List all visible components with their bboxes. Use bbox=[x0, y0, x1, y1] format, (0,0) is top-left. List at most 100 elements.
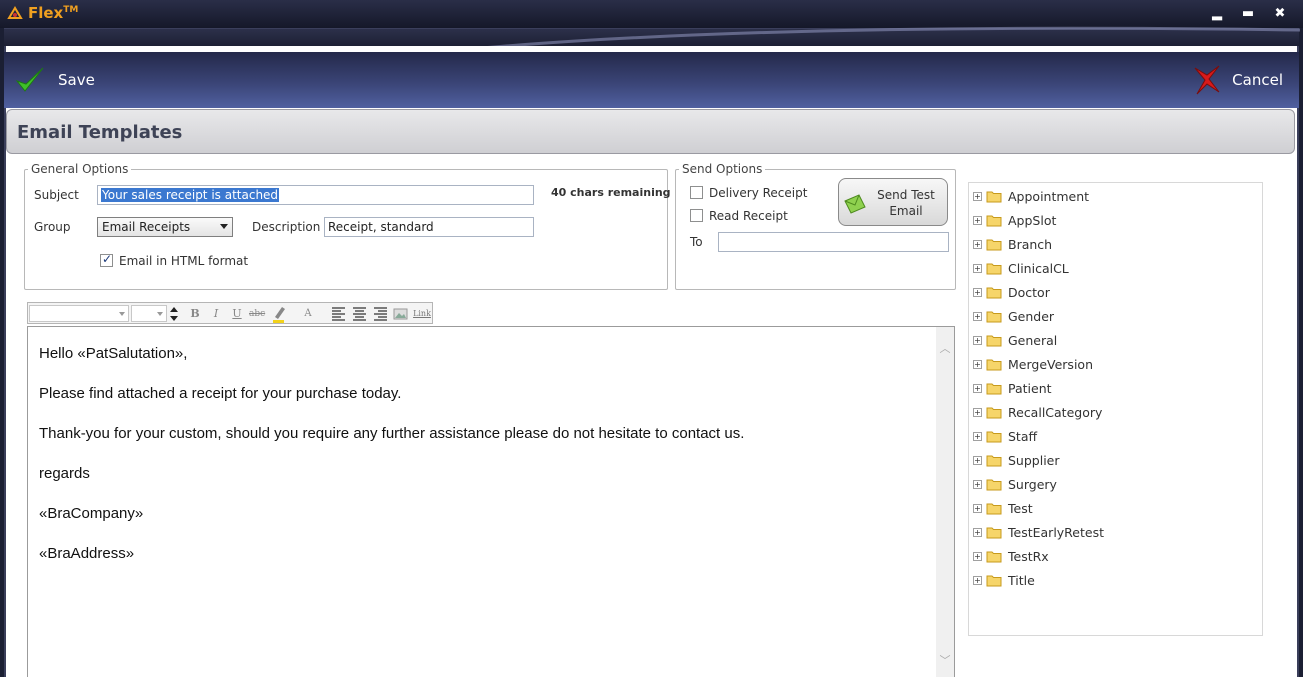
folder-icon bbox=[986, 431, 1002, 442]
tree-item-label: RecallCategory bbox=[1008, 404, 1103, 420]
expand-icon[interactable]: + bbox=[973, 287, 982, 297]
send-test-email-button[interactable]: Send Test Email bbox=[838, 178, 948, 226]
tree-item[interactable]: + Branch bbox=[973, 234, 1052, 254]
highlighter-icon[interactable] bbox=[271, 305, 287, 323]
page-title: Email Templates bbox=[17, 122, 183, 143]
expand-icon[interactable]: + bbox=[973, 479, 982, 489]
chevron-down-icon bbox=[157, 312, 163, 316]
folder-icon bbox=[986, 287, 1002, 298]
expand-icon[interactable]: + bbox=[973, 455, 982, 465]
editor-line: regards bbox=[39, 465, 90, 482]
subject-input[interactable]: Your sales receipt is attached bbox=[97, 185, 534, 205]
tree-item-label: General bbox=[1008, 332, 1058, 348]
format-toolbar: B I U abc A Link bbox=[27, 302, 433, 324]
tree-item[interactable]: + TestEarlyRetest bbox=[973, 522, 1104, 542]
tree-item[interactable]: + Appointment bbox=[973, 186, 1089, 206]
spin-icon[interactable] bbox=[169, 305, 179, 323]
folder-icon bbox=[986, 311, 1002, 322]
expand-icon[interactable]: + bbox=[973, 527, 982, 537]
expand-icon[interactable]: + bbox=[973, 191, 982, 201]
to-input[interactable] bbox=[718, 232, 949, 252]
tree-item[interactable]: + AppSlot bbox=[973, 210, 1056, 230]
italic-button[interactable]: I bbox=[208, 306, 224, 322]
email-body-editor[interactable]: Hello «PatSalutation», Please find attac… bbox=[27, 326, 955, 677]
font-size-combo[interactable] bbox=[131, 305, 167, 322]
group-select[interactable]: Email Receipts bbox=[97, 217, 233, 237]
minimize-button[interactable]: ▂ bbox=[1209, 6, 1225, 22]
tree-item[interactable]: + Gender bbox=[973, 306, 1054, 326]
chevron-down-icon bbox=[119, 312, 125, 316]
font-family-combo[interactable] bbox=[29, 305, 129, 322]
tree-item-label: TestEarlyRetest bbox=[1008, 524, 1105, 540]
insert-link-button[interactable]: Link bbox=[412, 306, 432, 322]
subject-label: Subject bbox=[34, 188, 79, 202]
folder-icon bbox=[986, 551, 1002, 562]
tree-item[interactable]: + Staff bbox=[973, 426, 1037, 446]
scroll-up-icon[interactable]: ︿ bbox=[939, 343, 951, 355]
page-header: Email Templates bbox=[6, 109, 1295, 154]
tree-item[interactable]: + Test bbox=[973, 498, 1033, 518]
delivery-receipt-label: Delivery Receipt bbox=[709, 186, 808, 200]
app-title: FlexTM bbox=[28, 4, 79, 22]
expand-icon[interactable]: + bbox=[973, 215, 982, 225]
delivery-receipt-checkbox[interactable] bbox=[690, 186, 703, 199]
expand-icon[interactable]: + bbox=[973, 575, 982, 585]
tree-item-label: ClinicalCL bbox=[1008, 260, 1069, 276]
align-center-icon[interactable] bbox=[352, 306, 367, 321]
expand-icon[interactable]: + bbox=[973, 359, 982, 369]
tree-item[interactable]: + Supplier bbox=[973, 450, 1060, 470]
expand-icon[interactable]: + bbox=[973, 431, 982, 441]
expand-icon[interactable]: + bbox=[973, 311, 982, 321]
folder-icon bbox=[986, 527, 1002, 538]
read-receipt-checkbox[interactable] bbox=[690, 209, 703, 222]
editor-line: Thank-you for your custom, should you re… bbox=[39, 425, 745, 442]
expand-icon[interactable]: + bbox=[973, 335, 982, 345]
tree-item-label: MergeVersion bbox=[1008, 356, 1093, 372]
tree-item[interactable]: + RecallCategory bbox=[973, 402, 1102, 422]
folder-icon bbox=[986, 455, 1002, 466]
tree-item[interactable]: + General bbox=[973, 330, 1057, 350]
expand-icon[interactable]: + bbox=[973, 503, 982, 513]
tree-item-label: Gender bbox=[1008, 308, 1055, 324]
html-format-label: Email in HTML format bbox=[119, 254, 249, 268]
tree-item[interactable]: + Title bbox=[973, 570, 1035, 590]
tree-item[interactable]: + MergeVersion bbox=[973, 354, 1093, 374]
description-input[interactable]: Receipt, standard bbox=[324, 217, 534, 237]
folder-icon bbox=[986, 335, 1002, 346]
strikethrough-button[interactable]: abc bbox=[249, 306, 265, 322]
expand-icon[interactable]: + bbox=[973, 383, 982, 393]
align-left-icon[interactable] bbox=[331, 306, 346, 321]
read-receipt-label: Read Receipt bbox=[709, 209, 788, 223]
folder-icon bbox=[986, 383, 1002, 394]
tree-item[interactable]: + ClinicalCL bbox=[973, 258, 1069, 278]
tree-item-label: TestRx bbox=[1008, 548, 1049, 564]
send-options-legend: Send Options bbox=[682, 162, 763, 176]
tree-item[interactable]: + Patient bbox=[973, 378, 1052, 398]
expand-icon[interactable]: + bbox=[973, 407, 982, 417]
description-label: Description bbox=[252, 220, 321, 234]
editor-content[interactable]: Hello «PatSalutation», Please find attac… bbox=[39, 345, 919, 585]
tree-item[interactable]: + TestRx bbox=[973, 546, 1049, 566]
insert-image-icon[interactable] bbox=[393, 306, 408, 321]
expand-icon[interactable]: + bbox=[973, 239, 982, 249]
send-test-email-label: Send Test Email bbox=[877, 188, 935, 218]
html-format-checkbox[interactable] bbox=[100, 252, 113, 267]
title-bar: FlexTM ▂ ▬ ✖ bbox=[0, 0, 1303, 28]
group-label: Group bbox=[34, 220, 71, 234]
close-button[interactable]: ✖ bbox=[1272, 6, 1288, 22]
scroll-down-icon[interactable]: ﹀ bbox=[939, 655, 951, 667]
tree-item[interactable]: + Doctor bbox=[973, 282, 1050, 302]
expand-icon[interactable]: + bbox=[973, 551, 982, 561]
font-color-button[interactable]: A bbox=[300, 306, 316, 322]
menu-strip bbox=[4, 28, 1299, 46]
align-right-icon[interactable] bbox=[373, 306, 388, 321]
editor-scrollbar[interactable]: ︿ ﹀ bbox=[936, 327, 954, 677]
save-button[interactable]: Save bbox=[14, 64, 95, 96]
underline-button[interactable]: U bbox=[229, 306, 245, 322]
expand-icon[interactable]: + bbox=[973, 263, 982, 273]
tree-item[interactable]: + Surgery bbox=[973, 474, 1057, 494]
chars-remaining: 40 chars remaining bbox=[551, 186, 671, 199]
bold-button[interactable]: B bbox=[187, 306, 203, 322]
cancel-button[interactable]: Cancel bbox=[1192, 64, 1283, 96]
maximize-button[interactable]: ▬ bbox=[1240, 6, 1256, 22]
